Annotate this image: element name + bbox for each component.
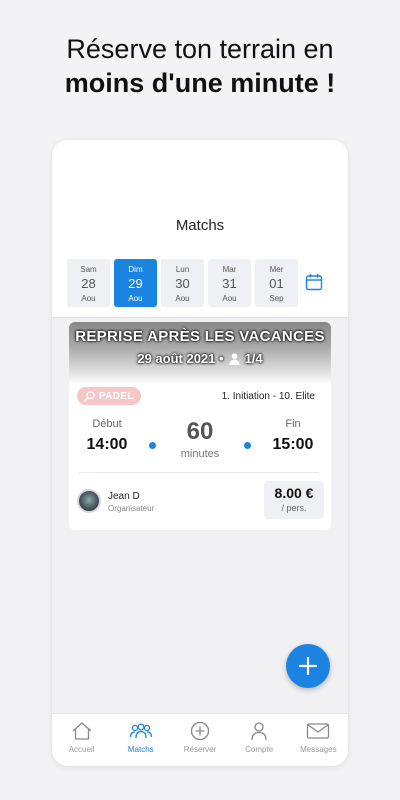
day-month: Aou (81, 294, 96, 303)
start-dot (149, 442, 156, 449)
start-time: 14:00 (86, 436, 128, 453)
day-name: Mer (269, 265, 284, 274)
tab-messages[interactable]: Messages (289, 714, 348, 766)
user-icon (251, 722, 267, 741)
day-name: Dim (128, 265, 143, 274)
date-mer-01[interactable]: Mer 01 Sep (255, 259, 298, 307)
bottom-nav: Accueil Matchs Réserver Compte Messages (52, 713, 348, 766)
tab-accueil[interactable]: Accueil (52, 714, 111, 766)
duration-unit: minutes (180, 448, 220, 460)
date-lun-30[interactable]: Lun 30 Aou (161, 259, 204, 307)
price-unit: / pers. (281, 503, 307, 513)
tab-label: Compte (245, 745, 274, 754)
day-name: Sam (80, 265, 97, 274)
end-time: 15:00 (272, 436, 314, 453)
date-selector: Sam 28 Aou Dim 29 Aou Lun 30 Aou Mar 31 … (67, 259, 298, 307)
end-dot (244, 442, 251, 449)
day-month: Aou (128, 294, 143, 303)
add-match-button[interactable] (286, 644, 330, 688)
date-mar-31[interactable]: Mar 31 Aou (208, 259, 251, 307)
organizer-role: Organisateur (108, 504, 155, 513)
avatar (77, 489, 101, 513)
tab-label: Matchs (127, 745, 154, 754)
home-icon (72, 722, 92, 740)
start-block: Début 14:00 (79, 418, 135, 454)
promo-headline: Réserve ton terrain en moins d'une minut… (0, 32, 400, 100)
day-month: Aou (222, 294, 237, 303)
time-section: Début 14:00 60 minutes Fin 15:00 (69, 418, 331, 470)
page-title: Matchs (175, 217, 225, 234)
day-name: Lun (175, 265, 190, 274)
end-block: Fin 15:00 (265, 418, 321, 454)
end-label: Fin (285, 418, 301, 430)
day-number: 28 (81, 276, 96, 291)
headline-line-1: Réserve ton terrain en (66, 34, 334, 64)
tab-reserver[interactable]: Réserver (170, 714, 229, 766)
duration-block: 60 minutes (170, 418, 230, 460)
match-banner: REPRISE APRÈS LES VACANCES 29 août 2021 … (69, 322, 331, 384)
match-card[interactable]: REPRISE APRÈS LES VACANCES 29 août 2021 … (69, 322, 331, 530)
match-title: REPRISE APRÈS LES VACANCES (75, 328, 325, 345)
player-count: 1/4 (244, 351, 263, 366)
tab-matchs[interactable]: Matchs (111, 714, 170, 766)
organizer-name: Jean D (108, 491, 140, 502)
date-sam-28[interactable]: Sam 28 Aou (67, 259, 110, 307)
price-box: 8.00 € / pers. (264, 481, 324, 519)
day-month: Sep (269, 294, 284, 303)
date-dim-29[interactable]: Dim 29 Aou (114, 259, 157, 307)
phone-screen: Matchs Sam 28 Aou Dim 29 Aou Lun 30 Aou … (52, 140, 348, 766)
duration-value: 60 (186, 418, 214, 445)
header: Matchs Sam 28 Aou Dim 29 Aou Lun 30 Aou … (52, 140, 348, 318)
day-number: 01 (269, 276, 284, 291)
level-range: 1. Initiation - 10. Elite (221, 391, 315, 402)
group-icon (129, 723, 152, 739)
padel-racket-icon (84, 390, 95, 402)
plus-icon (299, 657, 317, 675)
day-number: 29 (128, 276, 143, 291)
tab-compte[interactable]: Compte (230, 714, 289, 766)
match-date-row: 29 août 2021 • 1/4 (69, 351, 331, 366)
tab-label: Accueil (68, 745, 95, 754)
start-label: Début (92, 418, 122, 430)
day-number: 30 (175, 276, 190, 291)
tab-label: Messages (300, 745, 337, 754)
match-date: 29 août 2021 • (137, 351, 224, 366)
day-month: Aou (175, 294, 190, 303)
plus-circle-icon (190, 721, 210, 741)
person-icon (229, 352, 240, 365)
day-number: 31 (222, 276, 237, 291)
sport-badge: PADEL (77, 387, 141, 405)
calendar-icon[interactable] (305, 273, 323, 291)
headline-line-2: moins d'une minute ! (64, 68, 336, 98)
divider (79, 472, 319, 473)
mail-icon (307, 723, 330, 739)
price-value: 8.00 € (274, 485, 314, 501)
tab-label: Réserver (183, 745, 217, 754)
day-name: Mar (222, 265, 237, 274)
sport-label: PADEL (99, 390, 134, 402)
